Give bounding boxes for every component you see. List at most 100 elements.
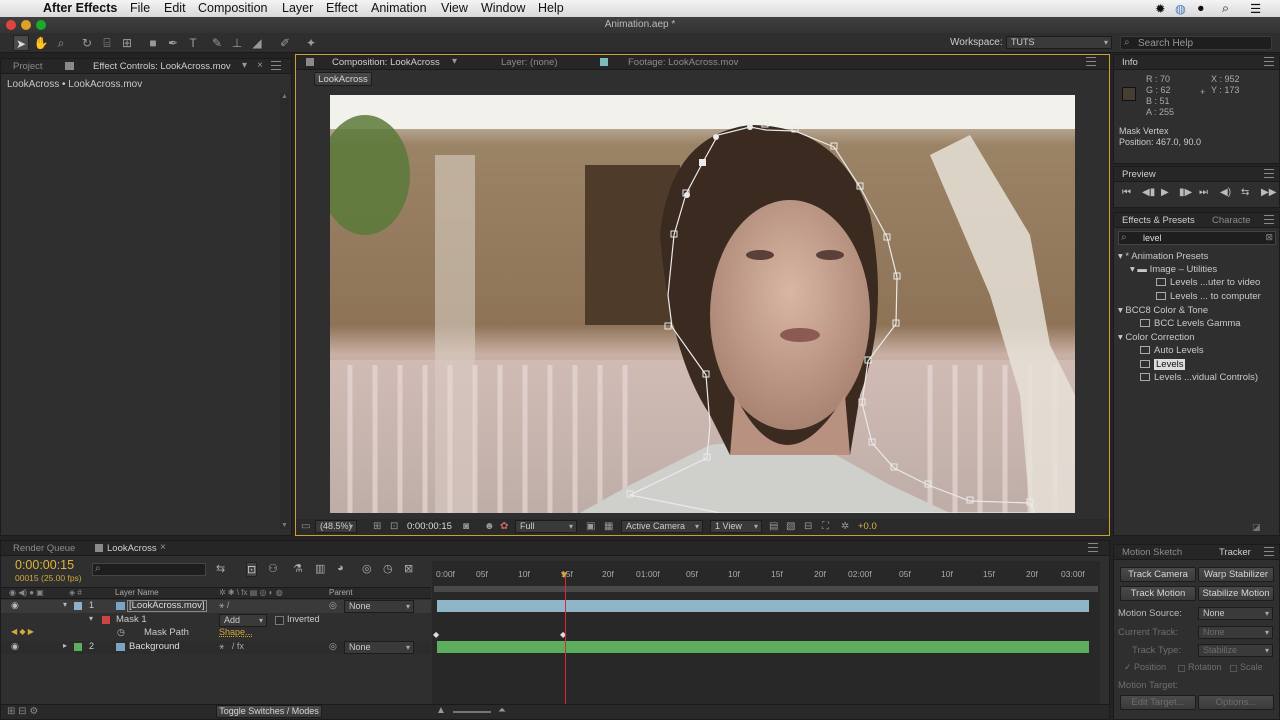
tree-item-effect[interactable]: Levels ...vidual Controls) [1140,372,1258,383]
mask-color-icon[interactable] [102,616,110,624]
motion-blur-icon[interactable]: ▥ [315,562,325,575]
ram-preview-icon[interactable]: ▶▶ [1261,187,1276,198]
menu-effect[interactable]: Effect [326,1,358,15]
brightness-icon[interactable]: ✹ [1155,1,1165,16]
pan-behind-tool-icon[interactable]: ⊞ [119,35,135,51]
clear-search-icon[interactable]: ⊠ [1265,232,1273,243]
tab-dropdown-icon[interactable]: ▾ [452,56,457,67]
scroll-down-icon[interactable]: ▼ [281,522,288,529]
close-window-icon[interactable] [6,20,16,30]
parent-select[interactable]: None [344,600,414,613]
parent-pickwhip-icon[interactable]: ◎ [329,600,337,611]
parent-pickwhip-icon[interactable]: ◎ [329,641,337,652]
panel-menu-icon[interactable] [1264,169,1274,178]
expand-icon[interactable]: ▾ [63,600,67,609]
play-icon[interactable]: ▶ [1161,187,1169,198]
current-time-display[interactable]: 0:00:00:15 [15,558,74,572]
tree-item-bcc8-color-tone[interactable]: ▾ BCC8 Color & Tone [1118,305,1208,316]
menu-edit[interactable]: Edit [164,1,186,15]
graph-editor-clock-icon[interactable]: ◷ [383,562,393,575]
tree-item-preset[interactable]: Levels ... to computer [1156,291,1261,302]
spotlight-icon[interactable]: ⌕ [1222,1,1229,16]
first-frame-icon[interactable]: ⏮ [1122,187,1131,198]
previous-frame-icon[interactable]: ◀▮ [1142,187,1155,198]
expand-icon[interactable]: ▾ [89,614,93,623]
menu-composition[interactable]: Composition [198,1,267,15]
mask-path-overlay[interactable] [330,95,1075,513]
minimize-window-icon[interactable] [21,20,31,30]
fast-previews-icon[interactable]: ▣ [586,521,595,532]
options-button[interactable]: Options... [1198,695,1274,710]
frame-blending-icon[interactable]: ⚗ [293,562,303,575]
close-panel-icon[interactable]: × [257,60,263,71]
panel-menu-icon[interactable] [1264,57,1274,66]
panel-menu-icon[interactable] [1264,215,1274,224]
rectangle-tool-icon[interactable]: ■ [145,35,161,51]
lock-icon[interactable] [65,62,74,70]
keyframe-nav-icon[interactable]: ◀ ◆ ▶ [11,627,34,636]
switches-icon[interactable]: ⚹ / fx [219,641,244,652]
loop-icon[interactable]: ⇆ [1241,187,1249,198]
rotate-tool-icon[interactable]: ↻ [79,35,95,51]
user-icon[interactable]: ● [1197,1,1205,15]
zoom-window-icon[interactable] [36,20,46,30]
new-preset-icon[interactable]: ◪ [1252,522,1261,533]
time-ruler[interactable]: 0:00f 05f 10f 15f 20f 01:00f 05f 10f 15f… [436,561,1096,585]
pen-tool-icon[interactable]: ✒ [165,35,181,51]
channel-icon[interactable]: ✿ [500,521,508,532]
stabilize-motion-button[interactable]: Stabilize Motion [1198,586,1274,601]
layer-name[interactable]: Background [129,641,180,652]
track-motion-button[interactable]: Track Motion [1120,586,1196,601]
track-type-select[interactable]: Stabilize [1198,644,1273,657]
mask-path-value[interactable]: Shape... [219,627,253,637]
tab-footage[interactable]: Footage: LookAcross.mov [628,57,738,68]
region-of-interest-icon[interactable]: ⊡ [390,521,398,532]
last-frame-icon[interactable]: ⏭ [1199,187,1208,198]
clone-stamp-tool-icon[interactable]: ⊥ [229,35,245,51]
menu-view[interactable]: View [441,1,468,15]
mask-mode-select[interactable]: Add [219,614,267,627]
tab-timeline-comp[interactable]: LookAcross [107,543,157,554]
puppet-pin-tool-icon[interactable]: ✦ [303,35,319,51]
eraser-tool-icon[interactable]: ◢ [249,35,265,51]
mask-row[interactable]: ▾ Mask 1 Add Inverted [1,614,431,627]
visibility-icon[interactable]: ◉ [11,600,19,611]
show-snapshot-icon[interactable]: ☻ [484,521,495,532]
layer-2-bar[interactable] [437,641,1089,653]
keyframe-icon[interactable]: ◆ [433,630,439,639]
parent-column[interactable]: Parent [329,588,353,597]
tree-item-effect[interactable]: BCC Levels Gamma [1140,318,1241,329]
tree-item-image-utilities[interactable]: ▾ ▬ Image – Utilities [1130,264,1217,275]
lock-icon[interactable] [306,58,314,66]
sync-icon[interactable]: ◍ [1175,1,1186,16]
zoom-in-icon[interactable]: ⏶ [498,705,506,716]
parent-select[interactable]: None [344,641,414,654]
tree-item-animation-presets[interactable]: ▾ * Animation Presets [1118,251,1208,262]
stopwatch-icon[interactable]: ◷ [117,627,125,638]
roto-brush-tool-icon[interactable]: ✐ [277,35,293,51]
mask-path-row[interactable]: ◀ ◆ ▶ ◷ Mask Path Shape... [1,627,431,640]
snapshot-icon[interactable]: ◙ [463,521,469,532]
tree-item-color-correction[interactable]: ▾ Color Correction [1118,332,1195,343]
track-camera-button[interactable]: Track Camera [1120,567,1196,582]
tab-layer[interactable]: Layer: (none) [501,57,558,68]
menu-help[interactable]: Help [538,1,564,15]
current-track-select[interactable]: None [1198,626,1273,639]
exposure-value[interactable]: +0.0 [858,521,877,532]
draft-3d-icon[interactable]: ⊡ [246,562,258,577]
tab-motion-sketch[interactable]: Motion Sketch [1122,547,1182,558]
exposure-icon[interactable]: ✲ [841,521,849,532]
tab-tracker[interactable]: Tracker [1219,547,1251,558]
label-color-icon[interactable] [74,643,82,651]
timeline-graph[interactable]: 0:00f 05f 10f 15f 20f 01:00f 05f 10f 15f… [432,561,1100,716]
timeline-search-field[interactable]: ⌕ [92,563,206,576]
search-help-field[interactable]: ⌕ Search Help [1120,36,1272,50]
close-tab-icon[interactable]: × [160,542,166,553]
camera-select[interactable]: Active Camera [621,520,703,533]
comp-mini-flowchart-icon[interactable]: ⇆ [216,562,225,575]
label-color-icon[interactable] [74,602,82,610]
tab-character[interactable]: Characte [1212,215,1251,226]
edit-target-button[interactable]: Edit Target... [1120,695,1196,710]
tree-item-preset[interactable]: Levels ...uter to video [1156,277,1260,288]
visibility-icon[interactable]: ◉ [11,641,19,652]
